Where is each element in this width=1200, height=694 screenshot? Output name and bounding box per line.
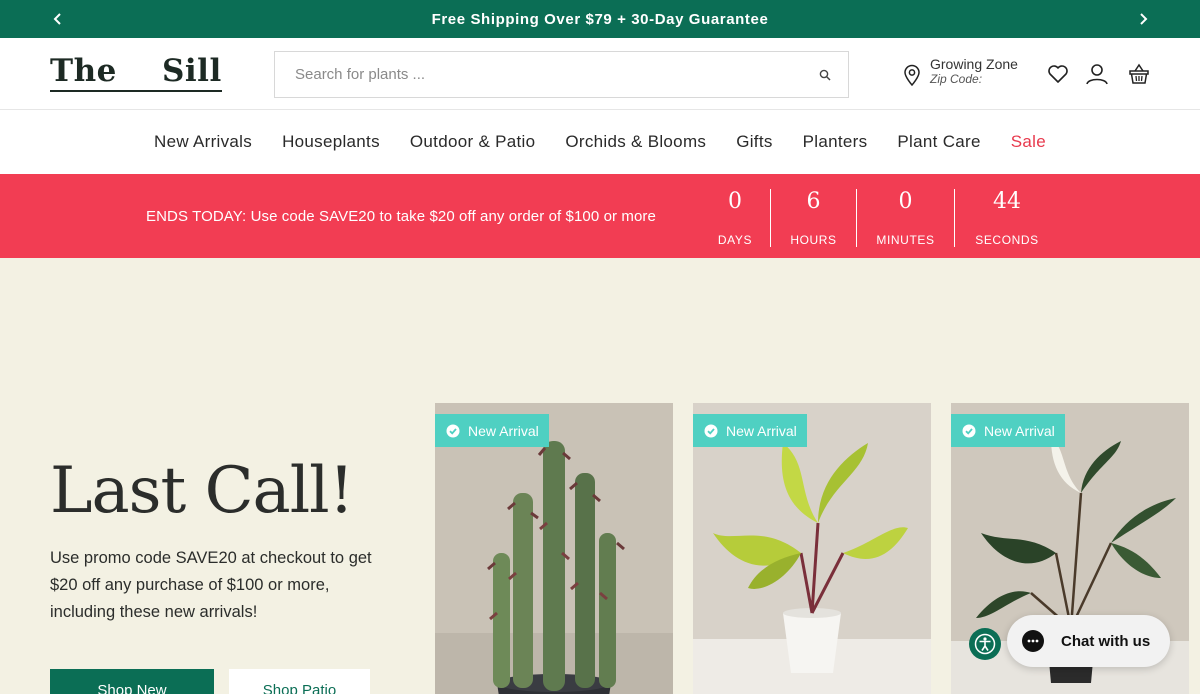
new-arrival-badge: New Arrival — [693, 414, 807, 447]
countdown-hours: 6 Hours — [771, 189, 856, 247]
nav-item-plant-care[interactable]: Plant Care — [897, 132, 980, 152]
countdown-value: 44 — [993, 189, 1021, 214]
shop-new-button[interactable]: Shop New — [50, 669, 214, 694]
countdown-timer: 0 Days 6 Hours 0 Minutes 44 Seconds — [700, 189, 1059, 247]
growing-zone[interactable]: Growing Zone Zip Code: — [902, 56, 1018, 87]
search-input[interactable] — [275, 52, 802, 97]
main-nav: New Arrivals Houseplants Outdoor & Patio… — [0, 110, 1200, 174]
product-card[interactable]: New Arrival — [435, 403, 673, 694]
nav-item-gifts[interactable]: Gifts — [736, 132, 772, 152]
countdown-minutes: 0 Minutes — [857, 189, 954, 247]
check-badge-icon — [704, 424, 718, 437]
nav-item-planters[interactable]: Planters — [803, 132, 868, 152]
countdown-days: 0 Days — [700, 189, 770, 247]
heart-icon[interactable] — [1046, 62, 1070, 86]
site-logo[interactable]: The Sill — [50, 54, 222, 92]
nav-item-orchids-blooms[interactable]: Orchids & Blooms — [565, 132, 706, 152]
nav-item-houseplants[interactable]: Houseplants — [282, 132, 380, 152]
nav-item-sale[interactable]: Sale — [1011, 132, 1046, 152]
site-header: The Sill Growing Zone Zip Code: — [0, 38, 1200, 110]
account-icon[interactable] — [1085, 62, 1109, 86]
announcement-bar: Free Shipping Over $79 + 30-Day Guarante… — [0, 0, 1200, 38]
cart-icon[interactable] — [1127, 62, 1151, 86]
new-arrival-badge: New Arrival — [951, 414, 1065, 447]
zip-code-label[interactable]: Zip Code: — [930, 72, 1018, 87]
nav-item-new-arrivals[interactable]: New Arrivals — [154, 132, 252, 152]
growing-zone-title: Growing Zone — [930, 56, 1018, 72]
new-arrival-badge: New Arrival — [435, 414, 549, 447]
check-badge-icon — [446, 424, 460, 437]
product-card[interactable]: New Arrival — [693, 403, 931, 694]
badge-label: New Arrival — [726, 422, 797, 439]
location-pin-icon — [904, 64, 920, 86]
chat-label: Chat with us — [1061, 632, 1151, 650]
countdown-value: 0 — [898, 189, 913, 214]
countdown-label: Hours — [790, 233, 837, 247]
chevron-left-icon[interactable] — [48, 9, 68, 29]
search-bar — [274, 51, 849, 98]
announcement-text: Free Shipping Over $79 + 30-Day Guarante… — [431, 10, 769, 28]
countdown-seconds: 44 Seconds — [955, 189, 1059, 247]
nav-item-outdoor-patio[interactable]: Outdoor & Patio — [410, 132, 535, 152]
chat-widget-button[interactable]: Chat with us — [1007, 615, 1170, 667]
badge-label: New Arrival — [984, 422, 1055, 439]
accessibility-icon[interactable] — [969, 628, 1001, 660]
hero-copy: Use promo code SAVE20 at checkout to get… — [50, 549, 372, 621]
countdown-value: 6 — [806, 189, 821, 214]
check-badge-icon — [962, 424, 976, 437]
countdown-label: Seconds — [975, 233, 1039, 247]
countdown-label: Minutes — [876, 233, 935, 247]
promo-banner: ENDS TODAY: Use code SAVE20 to take $20 … — [0, 174, 1200, 258]
countdown-label: Days — [717, 233, 753, 247]
chevron-right-icon[interactable] — [1133, 9, 1153, 29]
search-icon[interactable] — [802, 52, 848, 97]
promo-message: ENDS TODAY: Use code SAVE20 to take $20 … — [146, 208, 656, 225]
countdown-value: 0 — [728, 189, 742, 214]
chat-bubble-icon — [1022, 630, 1044, 652]
badge-label: New Arrival — [468, 422, 539, 439]
hero-title: Last Call! — [50, 454, 354, 528]
shop-patio-button[interactable]: Shop Patio — [229, 669, 370, 694]
